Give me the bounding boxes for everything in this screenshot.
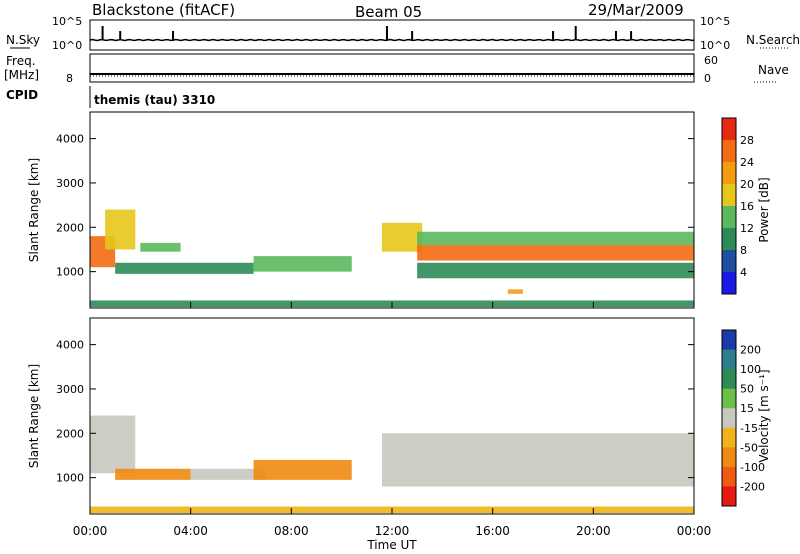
xtick-label: 00:00 xyxy=(677,524,712,538)
nave-label: Nave xyxy=(758,63,789,77)
power-panel-frame xyxy=(89,111,695,309)
power-colorbar: 4 8 12 16 20 24 28 xyxy=(721,117,754,295)
colorbar-segment xyxy=(722,184,736,207)
colorbar-segment xyxy=(722,349,736,370)
freq-trace xyxy=(90,73,694,77)
freq-unit-label: [MHz] xyxy=(4,68,39,82)
radar-rti-plot: Blackstone (fitACF) Beam 05 29/Mar/2009 … xyxy=(4,1,800,552)
heatmap-region xyxy=(253,459,352,480)
power-ylabel: Slant Range [km] xyxy=(27,158,41,262)
ytick-label: 4000 xyxy=(56,133,84,146)
heatmap-region xyxy=(115,468,191,480)
colorbar-segment xyxy=(722,330,736,351)
noise-right-label: N.Search xyxy=(746,33,800,47)
heatmap-region xyxy=(105,209,136,250)
cpid-label: CPID xyxy=(6,88,38,102)
time-axis-label: Time UT xyxy=(366,538,417,552)
radar-title: Blackstone (fitACF) xyxy=(92,1,235,19)
colorbar-tick-label: -50 xyxy=(740,441,758,454)
ytick-label: 2000 xyxy=(56,427,84,440)
noise-baseline xyxy=(89,38,695,42)
nave-tick-bottom: 0 xyxy=(704,72,711,85)
colorbar-segment xyxy=(722,272,736,295)
power-colorbar-label: Power [dB] xyxy=(757,177,771,242)
colorbar-segment xyxy=(722,466,736,487)
xtick-label: 16:00 xyxy=(475,524,510,538)
noise-trace xyxy=(89,26,695,42)
velocity-colorbar-label: Velocity [m s⁻¹] xyxy=(757,369,771,462)
noise-left-tick-bottom: 10^0 xyxy=(52,39,82,52)
heatmap-region xyxy=(417,245,694,261)
colorbar-tick-label: -15 xyxy=(740,422,758,435)
colorbar-segment xyxy=(722,118,736,141)
colorbar-tick-label: 8 xyxy=(740,244,747,257)
colorbar-tick-label: 12 xyxy=(740,222,754,235)
colorbar-tick-label: 20 xyxy=(740,178,754,191)
colorbar-segment xyxy=(722,427,736,448)
colorbar-tick-label: -200 xyxy=(740,480,765,493)
heatmap-region xyxy=(140,242,181,252)
noise-right-tick-top: 10^5 xyxy=(700,15,730,28)
noise-left-tick-top: 10^5 xyxy=(52,15,82,28)
colorbar-tick-label: 16 xyxy=(740,200,754,213)
heatmap-region xyxy=(507,289,523,294)
colorbar-tick-label: 15 xyxy=(740,402,754,415)
colorbar-segment xyxy=(722,250,736,273)
date-label: 29/Mar/2009 xyxy=(588,1,684,19)
colorbar-segment xyxy=(722,369,736,390)
heatmap-region xyxy=(115,262,254,274)
time-axis-ticks: 00:00 04:00 08:00 12:00 16:00 20:00 00:00 xyxy=(73,302,712,538)
cpid-text: themis (tau) 3310 xyxy=(94,93,215,107)
colorbar-segment xyxy=(722,388,736,409)
colorbar-segment xyxy=(722,408,736,429)
ytick-label: 3000 xyxy=(56,177,84,190)
heatmap-region xyxy=(417,262,694,279)
ytick-label: 1000 xyxy=(56,472,84,485)
power-heatmap xyxy=(90,209,694,308)
heatmap-region xyxy=(381,222,423,252)
beam-label: Beam 05 xyxy=(355,3,422,21)
xtick-label: 12:00 xyxy=(375,524,410,538)
ytick-label: 4000 xyxy=(56,339,84,352)
freq-tick: 8 xyxy=(66,72,73,85)
colorbar-tick-label: 24 xyxy=(740,156,754,169)
colorbar-tick-label: 28 xyxy=(740,134,754,147)
colorbar-tick-label: 4 xyxy=(740,266,747,279)
heatmap-region xyxy=(253,256,352,272)
colorbar-segment xyxy=(722,206,736,229)
freq-panel-frame xyxy=(89,53,695,83)
heatmap-region xyxy=(90,415,136,474)
colorbar-segment xyxy=(722,140,736,163)
xtick-label: 00:00 xyxy=(73,524,108,538)
heatmap-region xyxy=(417,231,694,246)
colorbar-segment xyxy=(722,486,736,507)
colorbar-segment xyxy=(722,228,736,251)
xtick-label: 08:00 xyxy=(274,524,309,538)
xtick-label: 04:00 xyxy=(173,524,208,538)
colorbar-segment xyxy=(722,162,736,185)
ytick-label: 3000 xyxy=(56,383,84,396)
heatmap-region xyxy=(381,433,694,487)
colorbar-segment xyxy=(722,447,736,468)
noise-left-label: N.Sky xyxy=(6,33,40,47)
colorbar-tick-label: 50 xyxy=(740,383,754,396)
velocity-ylabel: Slant Range [km] xyxy=(27,364,41,468)
noise-panel-frame xyxy=(89,19,695,51)
nave-tick-top: 60 xyxy=(704,54,718,67)
ytick-label: 2000 xyxy=(56,221,84,234)
velocity-heatmap xyxy=(90,415,694,514)
freq-label: Freq. xyxy=(6,54,36,68)
noise-right-tick-bottom: 10^0 xyxy=(700,39,730,52)
colorbar-tick-label: 200 xyxy=(740,344,761,357)
xtick-label: 20:00 xyxy=(576,524,611,538)
ytick-label: 1000 xyxy=(56,266,84,279)
